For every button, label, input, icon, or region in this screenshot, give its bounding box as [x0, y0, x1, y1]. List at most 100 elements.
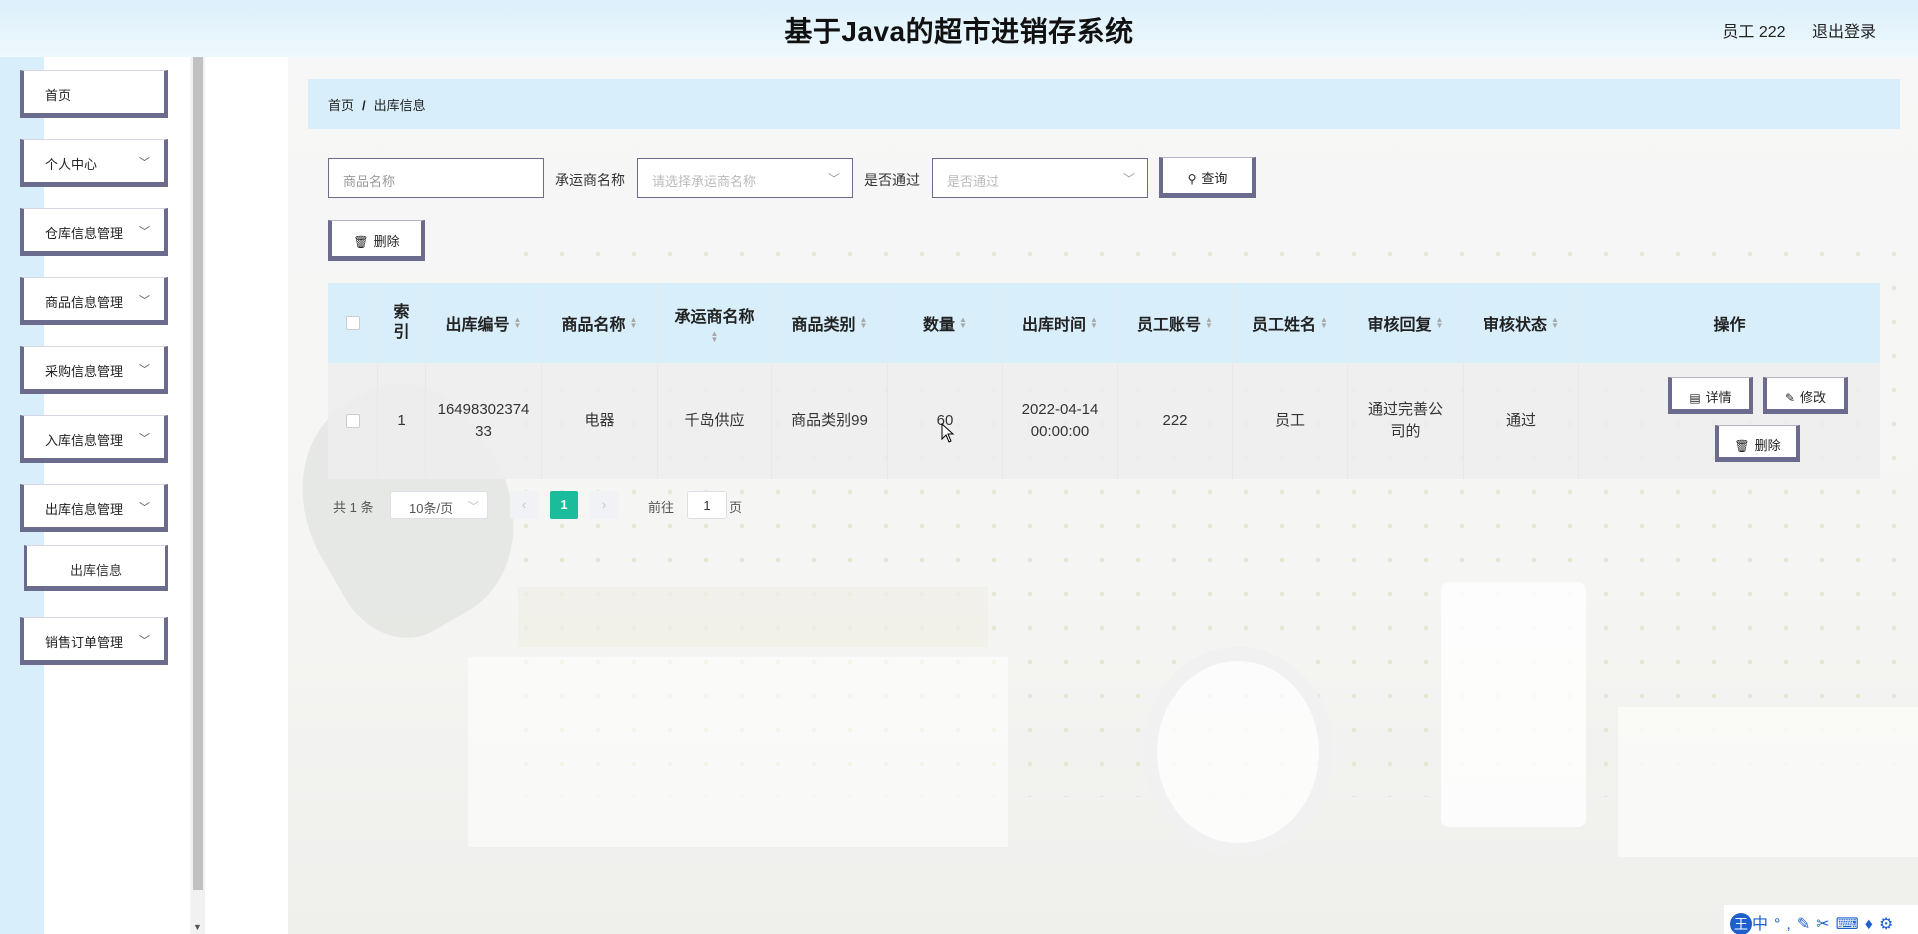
select-all-checkbox[interactable]	[345, 316, 360, 330]
bulk-delete-button[interactable]: 🗑︎ 删除	[328, 220, 425, 261]
cell-review-reply: 通过完善公司的	[1348, 363, 1464, 479]
chevron-down-icon: ﹀	[139, 364, 150, 376]
background-shape	[518, 587, 988, 647]
header-label: 员工姓名	[1252, 317, 1317, 334]
header-out-time[interactable]: 出库时间 ▲ ▼	[1003, 283, 1118, 363]
header-emp-account[interactable]: 员工账号 ▲ ▼	[1118, 283, 1233, 363]
sort-icon[interactable]: ▲ ▼	[711, 330, 719, 344]
cell-review-status: 通过	[1464, 363, 1579, 479]
pagination-total: 共 1 条	[333, 500, 374, 515]
header-emp-name[interactable]: 员工姓名 ▲ ▼	[1233, 283, 1348, 363]
chevron-down-icon: ﹀	[827, 172, 840, 186]
header-carrier[interactable]: 承运商名称 ▲ ▼	[658, 283, 772, 363]
table-row: 1 1649830237433 电器 千岛供应 商品类别99 60 2022-0…	[328, 363, 1880, 479]
header-label: 商品类别	[791, 317, 856, 334]
sidebar-scroll-thumb[interactable]	[193, 57, 203, 890]
sort-icon[interactable]: ▲ ▼	[630, 316, 638, 330]
chevron-down-icon: ﹀	[139, 157, 150, 169]
sort-icon[interactable]: ▲ ▼	[1090, 316, 1098, 330]
header-out-no[interactable]: 出库编号 ▲ ▼	[426, 283, 542, 363]
query-button-label: 查询	[1201, 171, 1228, 186]
page-suffix: 页	[729, 500, 743, 515]
sidebar-item-label: 出库信息	[69, 563, 122, 578]
sidebar-item-label: 出库信息管理	[45, 502, 124, 517]
carrier-select[interactable]: 请选择承运商名称 ﹀	[637, 158, 853, 198]
breadcrumb-separator: /	[362, 98, 366, 113]
row-checkbox[interactable]	[345, 414, 360, 428]
header-category[interactable]: 商品类别 ▲ ▼	[772, 283, 888, 363]
header-quantity[interactable]: 数量 ▲ ▼	[888, 283, 1003, 363]
sort-icon[interactable]: ▲ ▼	[1205, 316, 1213, 330]
ime-pen-icon[interactable]: ✎	[1797, 916, 1816, 933]
cell-product-name: 电器	[542, 363, 658, 479]
trash-icon: 🗑︎	[353, 235, 369, 249]
approved-select[interactable]: 是否通过 ﹀	[932, 158, 1148, 198]
scroll-down-icon[interactable]: ▼	[193, 922, 202, 932]
chevron-down-icon: ﹀	[139, 635, 150, 647]
goto-label: 前往	[648, 500, 675, 515]
sort-icon[interactable]: ▲ ▼	[860, 316, 868, 330]
sidebar-item-label: 销售订单管理	[45, 635, 124, 650]
trash-icon: 🗑︎	[1734, 439, 1750, 453]
header-label: 审核回复	[1367, 317, 1432, 334]
edit-button[interactable]: ✎ 修改	[1763, 377, 1848, 414]
ime-skin-icon[interactable]: ♦	[1865, 916, 1879, 933]
ime-toolbar[interactable]: 王中°,✎✂⌨♦⚙	[1724, 905, 1918, 934]
query-button[interactable]: ⚲ 查询	[1159, 157, 1256, 198]
sort-icon[interactable]: ▲ ▼	[514, 316, 522, 330]
sidebar-scrollbar[interactable]: ▼	[191, 57, 205, 934]
row-delete-button[interactable]: 🗑︎ 删除	[1715, 425, 1800, 462]
sidebar-item-personal-center[interactable]: 个人中心 ﹀	[20, 139, 168, 187]
next-page-button[interactable]: ›	[590, 491, 618, 519]
sidebar-subitem-outbound-info[interactable]: 出库信息	[24, 545, 168, 591]
background-shape	[468, 657, 1008, 847]
ime-settings-icon[interactable]: ⚙	[1879, 916, 1899, 933]
sidebar-item-warehouse[interactable]: 仓库信息管理 ﹀	[20, 208, 168, 256]
detail-button[interactable]: ▤ 详情	[1668, 377, 1753, 414]
sidebar-item-outbound[interactable]: 出库信息管理 ﹀	[20, 484, 168, 532]
background-shape	[1441, 582, 1586, 827]
sidebar-item-purchase[interactable]: 采购信息管理 ﹀	[20, 346, 168, 394]
page-number-1[interactable]: 1	[550, 491, 578, 519]
header-product-name[interactable]: 商品名称 ▲ ▼	[542, 283, 658, 363]
header-review-reply[interactable]: 审核回复 ▲ ▼	[1348, 283, 1464, 363]
goto-page-input[interactable]: 1	[687, 491, 727, 519]
app-title: 基于Java的超市进销存系统	[784, 16, 1134, 47]
ime-logo-icon[interactable]: 王	[1730, 913, 1752, 934]
bulk-delete-label: 删除	[373, 234, 400, 249]
sort-icon[interactable]: ▲ ▼	[1436, 316, 1444, 330]
chevron-down-icon: ﹀	[139, 226, 150, 238]
header-label: 出库编号	[445, 317, 510, 334]
ime-punct-icon[interactable]: °,	[1774, 916, 1797, 933]
row-select-cell[interactable]	[328, 363, 378, 479]
page-size-select[interactable]: 10条/页 ﹀	[390, 491, 488, 519]
sidebar-item-home[interactable]: 首页	[20, 70, 168, 118]
header-label: 员工账号	[1137, 317, 1202, 334]
sidebar-item-product[interactable]: 商品信息管理 ﹀	[20, 277, 168, 325]
cell-emp-account: 222	[1118, 363, 1233, 479]
breadcrumb-home[interactable]: 首页	[328, 98, 354, 113]
prev-page-button[interactable]: ‹	[510, 491, 538, 519]
ime-scissors-icon[interactable]: ✂	[1816, 916, 1835, 933]
header-select-all[interactable]	[328, 283, 378, 363]
sort-icon[interactable]: ▲ ▼	[959, 316, 967, 330]
sidebar-item-sales-orders[interactable]: 销售订单管理 ﹀	[20, 617, 168, 665]
sort-icon[interactable]: ▲ ▼	[1320, 316, 1328, 330]
header-index: 索引	[378, 283, 426, 363]
chevron-down-icon: ﹀	[139, 433, 150, 445]
logout-link[interactable]: 退出登录	[1812, 24, 1876, 41]
cell-emp-name: 员工	[1233, 363, 1348, 479]
product-name-input[interactable]: 商品名称	[328, 158, 544, 198]
row-delete-label: 删除	[1754, 438, 1781, 453]
sidebar-gap	[205, 57, 288, 934]
ime-keyboard-icon[interactable]: ⌨	[1836, 916, 1865, 933]
sidebar-item-inbound[interactable]: 入库信息管理 ﹀	[20, 415, 168, 463]
cell-carrier: 千岛供应	[658, 363, 772, 479]
header-review-status[interactable]: 审核状态 ▲ ▼	[1464, 283, 1579, 363]
sort-icon[interactable]: ▲ ▼	[1551, 316, 1559, 330]
chevron-down-icon: ﹀	[1122, 172, 1135, 186]
header-actions: 操作	[1579, 283, 1880, 363]
cell-out-no: 1649830237433	[426, 363, 542, 479]
breadcrumb-current: 出库信息	[373, 98, 426, 113]
ime-language[interactable]: 中	[1752, 916, 1774, 933]
